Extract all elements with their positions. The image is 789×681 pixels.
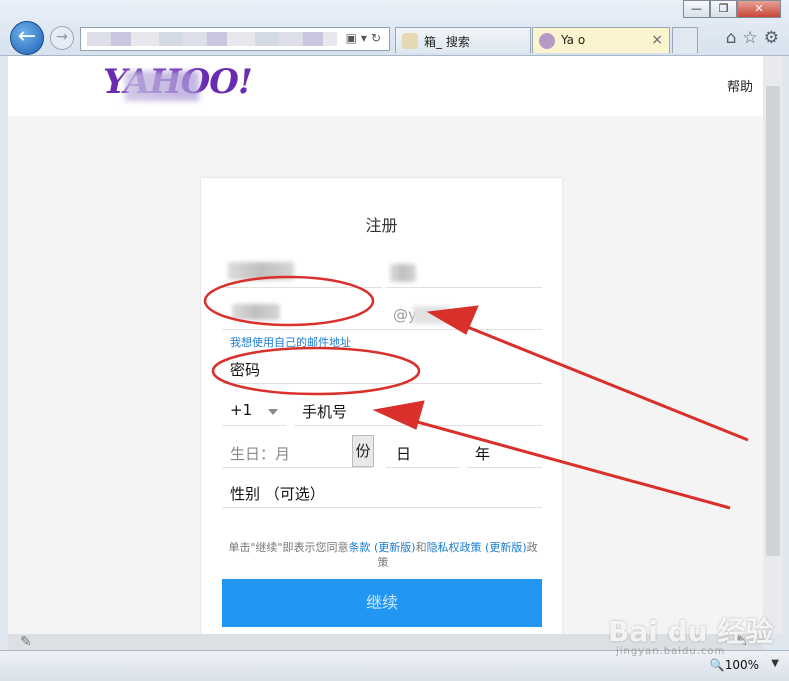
chevron-down-icon[interactable]: ▼ bbox=[771, 658, 779, 669]
dropdown-icon[interactable]: ▾ bbox=[361, 31, 371, 45]
continue-button[interactable]: 继续 bbox=[222, 579, 542, 627]
birth-year-placeholder: 年 bbox=[475, 445, 491, 463]
window-controls: — ❐ ✕ bbox=[683, 0, 781, 18]
phone-field[interactable]: 手机号 bbox=[294, 398, 542, 426]
address-bar-icons: ▣▾↻ bbox=[346, 31, 385, 45]
last-name-field[interactable] bbox=[386, 260, 542, 288]
terms-link[interactable]: 条款 (更新版) bbox=[348, 541, 415, 554]
country-code-select[interactable]: +1 bbox=[222, 398, 286, 426]
browser-toolbar: — ❐ ✕ ← → ▣▾↻ 箱_ 搜索 Ya o × ⌂ ☆ ⚙ bbox=[0, 0, 789, 56]
compat-view-icon[interactable]: ▣ bbox=[346, 31, 361, 45]
terms-text: 单击"继续"即表示您同意条款 (更新版)和隐私权政策 (更新版)政策 bbox=[223, 540, 543, 570]
gender-placeholder: 性别 （可选） bbox=[230, 485, 325, 503]
address-url-blurred bbox=[87, 32, 337, 46]
password-field[interactable]: 密码 bbox=[222, 356, 542, 384]
password-placeholder: 密码 bbox=[230, 361, 261, 379]
zoom-level[interactable]: 🔍100% bbox=[710, 658, 759, 672]
pen-icon: ✎ bbox=[20, 634, 32, 650]
address-bar[interactable]: ▣▾↻ bbox=[80, 27, 390, 51]
birth-year-field[interactable]: 年 bbox=[467, 440, 542, 468]
scrollbar-thumb[interactable] bbox=[766, 86, 780, 556]
help-link[interactable]: 帮助 bbox=[727, 76, 753, 95]
country-code-value: +1 bbox=[230, 401, 253, 419]
birth-day-field[interactable]: 日 bbox=[386, 440, 460, 468]
page-viewport: YAHOO! 帮助 注册 @y .com 我想使用自己的邮件地址 密码 +1 bbox=[8, 56, 763, 634]
tab-search[interactable]: 箱_ 搜索 bbox=[395, 27, 531, 53]
home-icon[interactable]: ⌂ bbox=[726, 28, 737, 48]
baidu-watermark-url: jingyan.baidu.com bbox=[616, 646, 726, 657]
birth-day-placeholder: 日 bbox=[396, 445, 412, 463]
privacy-link[interactable]: 隐私权政策 (更新版) bbox=[427, 541, 527, 554]
minimize-button[interactable]: — bbox=[683, 0, 710, 18]
first-name-blurred bbox=[228, 262, 294, 280]
page-header: YAHOO! 帮助 bbox=[8, 56, 763, 116]
chevron-down-icon bbox=[268, 409, 278, 415]
maximize-button[interactable]: ❐ bbox=[710, 0, 737, 18]
phone-placeholder: 手机号 bbox=[302, 403, 348, 421]
new-tab-button[interactable] bbox=[672, 27, 698, 53]
back-button[interactable]: ← bbox=[10, 21, 44, 55]
gender-select[interactable]: 性别 （可选） bbox=[222, 480, 542, 508]
email-field[interactable] bbox=[222, 302, 542, 330]
domain-blur-mask bbox=[413, 306, 449, 324]
tab-label: Ya o bbox=[561, 33, 586, 47]
arrow-left-icon: ← bbox=[17, 24, 37, 49]
refresh-icon[interactable]: ↻ bbox=[371, 31, 385, 45]
zoom-value: 100% bbox=[724, 658, 759, 672]
first-name-field[interactable] bbox=[222, 260, 382, 288]
browser-tool-icons: ⌂ ☆ ⚙ bbox=[726, 28, 779, 48]
signup-title: 注册 bbox=[365, 216, 398, 235]
arrow-right-icon: → bbox=[56, 29, 68, 45]
vertical-scrollbar[interactable] bbox=[763, 56, 783, 634]
logo-blur-mask bbox=[125, 71, 199, 101]
tab-label: 箱_ 搜索 bbox=[424, 35, 470, 49]
star-icon[interactable]: ☆ bbox=[743, 28, 758, 48]
signup-card: 注册 @y .com 我想使用自己的邮件地址 密码 +1 手机号 生日：月 bbox=[201, 178, 562, 634]
birth-month-placeholder: 生日：月 bbox=[230, 445, 291, 463]
tab-close-icon[interactable]: × bbox=[651, 32, 663, 48]
month-button-label: 份 bbox=[355, 442, 371, 460]
last-name-blurred bbox=[390, 264, 416, 282]
forward-button[interactable]: → bbox=[50, 26, 74, 50]
email-blurred bbox=[232, 304, 280, 320]
tab-yahoo[interactable]: Ya o × bbox=[532, 27, 670, 53]
terms-mid: 和 bbox=[415, 541, 427, 554]
tab-favicon bbox=[539, 33, 555, 49]
baidu-watermark: Bai du 经验 bbox=[608, 615, 774, 648]
terms-prefix: 单击"继续"即表示您同意 bbox=[228, 541, 349, 554]
own-email-link[interactable]: 我想使用自己的邮件地址 bbox=[230, 334, 351, 350]
birth-month-select[interactable]: 生日：月 bbox=[222, 440, 372, 468]
birth-month-dropdown-button[interactable]: 份 bbox=[352, 435, 374, 467]
tab-favicon bbox=[402, 33, 418, 49]
gear-icon[interactable]: ⚙ bbox=[764, 28, 779, 48]
close-window-button[interactable]: ✕ bbox=[737, 0, 781, 18]
zoom-icon: 🔍 bbox=[709, 658, 725, 672]
